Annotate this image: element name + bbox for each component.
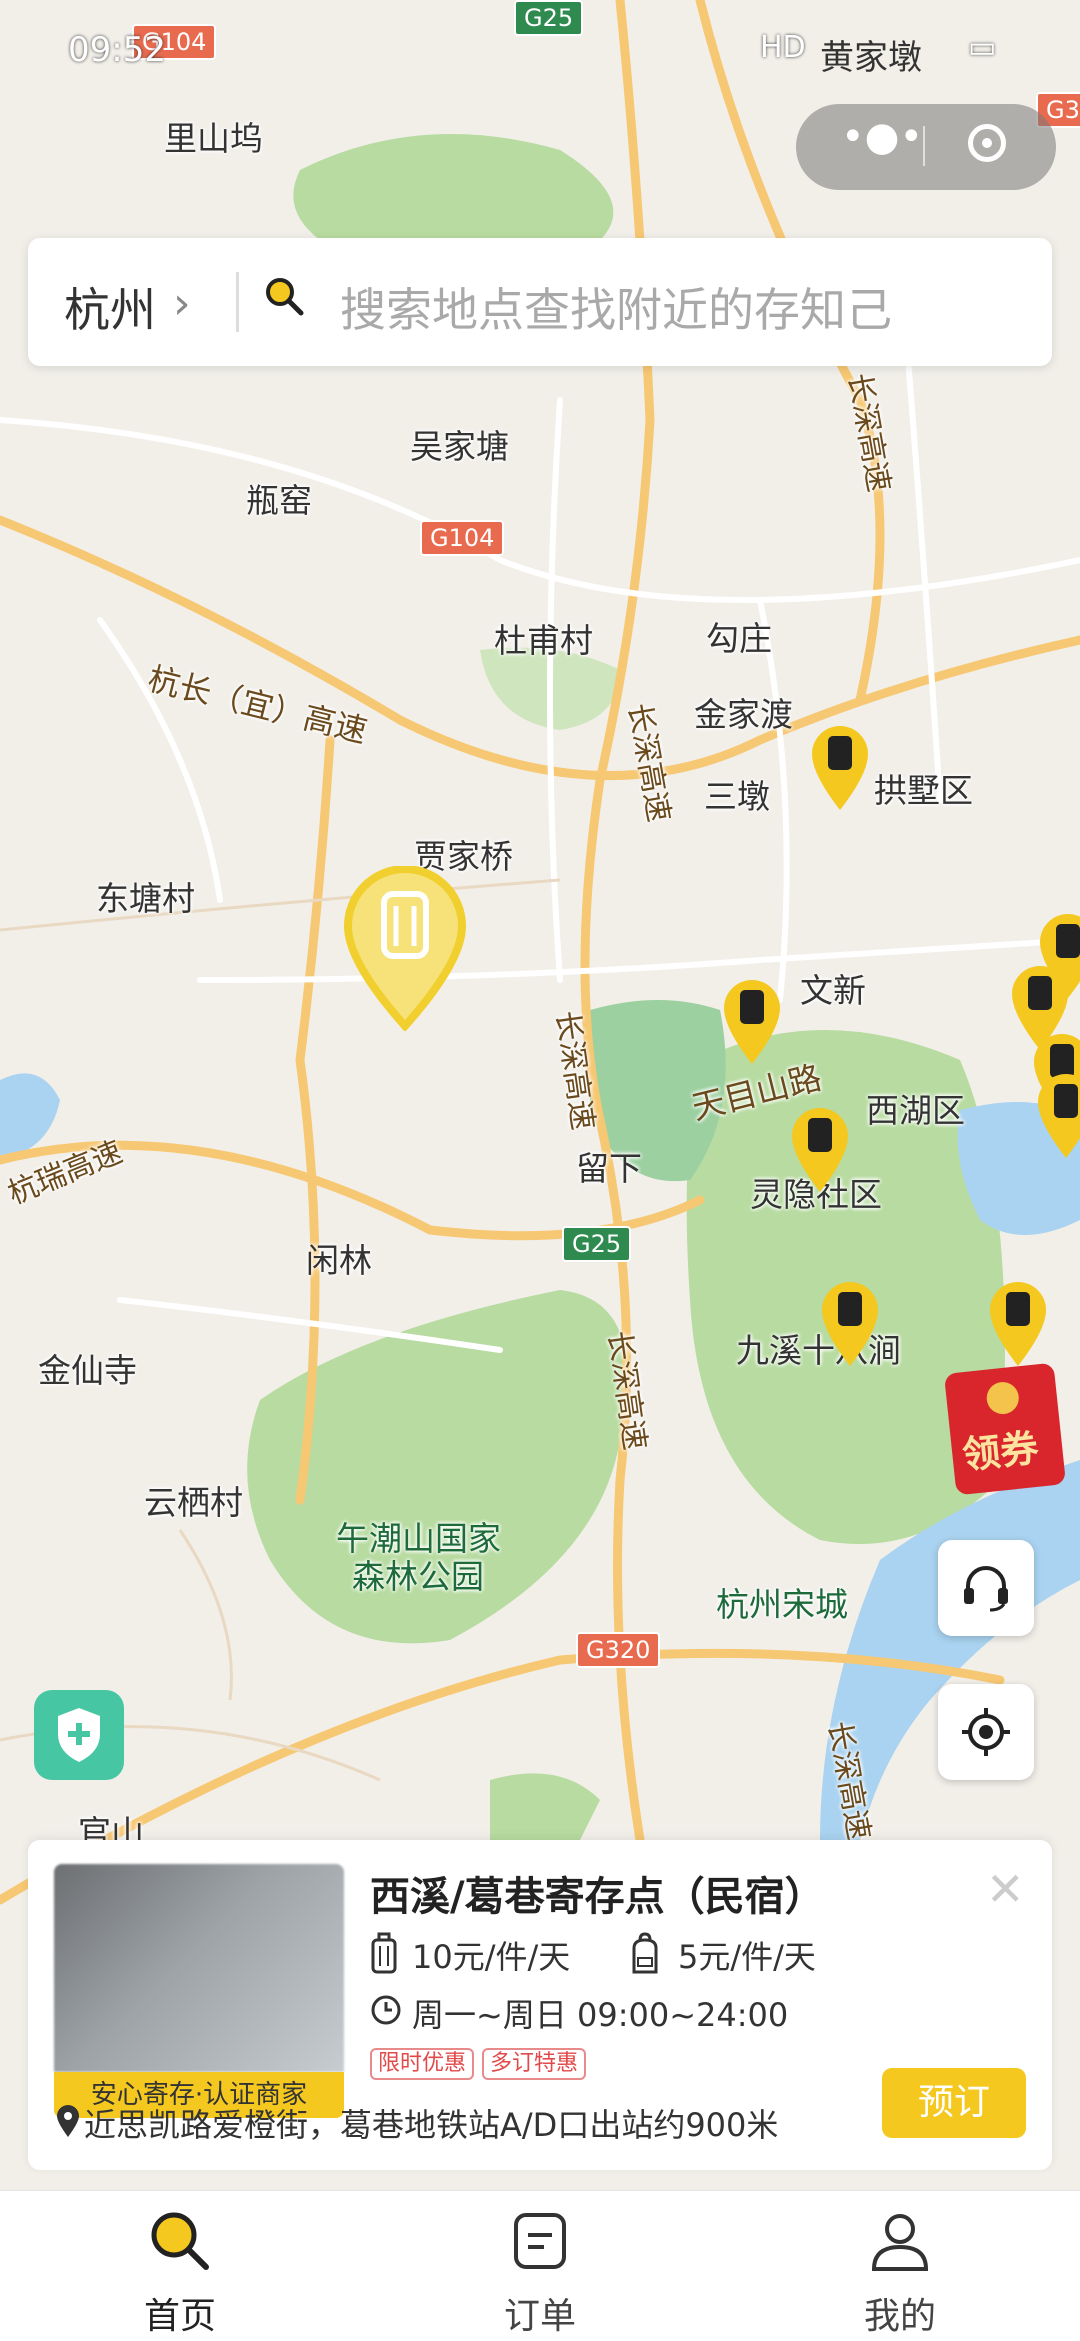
map-label: 森林公园	[352, 1557, 484, 1596]
storage-marker[interactable]	[720, 976, 784, 1066]
chevron-right-icon[interactable]: ›	[173, 278, 191, 329]
battery-icon: ▭	[968, 30, 997, 65]
tab-home[interactable]: 首页	[80, 2191, 280, 2341]
storage-point-card[interactable]: 安心寄存·认证商家 西溪/葛巷寄存点（民宿） ✕ 10元/件/天 5元/件/天 …	[28, 1840, 1052, 2170]
headset-icon	[964, 1566, 1008, 1612]
city-selector[interactable]: 杭州	[64, 274, 156, 340]
location-pin-icon	[57, 2105, 79, 2137]
status-time: 09:52	[68, 30, 166, 70]
tab-profile[interactable]: 我的	[800, 2191, 1000, 2341]
map-label: 瓶窑	[246, 481, 312, 520]
backpack-icon	[632, 1932, 658, 1974]
road-badge: G320	[576, 1632, 661, 1668]
tab-label: 订单	[503, 2296, 576, 2337]
search-bar: 杭州 › 搜索地点查找附近的存知己	[28, 238, 1052, 366]
bottom-tab-bar: 首页 订单 我的	[0, 2190, 1080, 2341]
tab-label: 我的	[863, 2296, 936, 2337]
map-label: 吴家塘	[410, 427, 509, 466]
customer-service-button[interactable]	[938, 1540, 1034, 1636]
promo-tag: 多订特惠	[482, 2048, 587, 2080]
map-label: 三墩	[704, 777, 770, 816]
road-badge: G25	[562, 1226, 632, 1262]
storage-marker[interactable]	[818, 1278, 882, 1368]
capsule-divider	[923, 126, 925, 166]
locate-button[interactable]	[938, 1684, 1034, 1780]
close-card-button[interactable]: ✕	[986, 1862, 1025, 1916]
store-photo	[54, 1864, 344, 2072]
map-label: 杜甫村	[494, 621, 593, 660]
miniprogram-capsule: •●•	[796, 104, 1056, 190]
luggage-price: 10元/件/天	[412, 1938, 571, 1976]
tab-label: 首页	[143, 2296, 216, 2337]
status-carrier: HD	[760, 30, 806, 65]
shield-icon	[58, 1708, 100, 1762]
divider	[236, 272, 239, 332]
map-label: 留下	[576, 1149, 642, 1188]
profile-icon	[871, 2214, 929, 2271]
locate-icon	[962, 1708, 1010, 1756]
store-address: 近思凯路爱橙街，葛巷地铁站A/D口出站约900米	[84, 2106, 779, 2144]
map-label: 里山坞	[164, 119, 263, 158]
storage-marker[interactable]	[986, 1278, 1050, 1368]
book-button[interactable]: 预订	[882, 2068, 1026, 2138]
map-label: 西湖区	[866, 1091, 965, 1130]
promo-tag: 限时优惠	[370, 2048, 475, 2080]
luggage-icon	[371, 1932, 397, 1974]
map-label: 文新	[800, 971, 866, 1010]
store-title: 西溪/葛巷寄存点（民宿）	[370, 1874, 825, 1920]
search-icon	[151, 2212, 209, 2270]
coupon-label: 领券	[960, 1425, 1041, 1478]
close-miniprogram-icon[interactable]	[968, 124, 1006, 162]
safety-shield-button[interactable]	[34, 1690, 124, 1780]
map-label: 拱墅区	[874, 771, 973, 810]
tab-orders[interactable]: 订单	[440, 2191, 640, 2341]
storage-marker[interactable]	[1034, 1070, 1080, 1160]
clock-icon	[371, 1995, 401, 2025]
map-label: 金家渡	[694, 695, 793, 734]
status-bar: 09:52 HD 黄家墩 ▭	[0, 0, 1080, 100]
map-corner-label: 黄家墩	[820, 38, 922, 78]
road-badge: G104	[420, 520, 505, 556]
map-label: 云栖村	[144, 1483, 243, 1522]
coupon-button[interactable]: 领券	[943, 1362, 1067, 1496]
more-icon[interactable]: •●•	[841, 114, 923, 160]
opening-hours: 周一~周日 09:00~24:00	[412, 1996, 789, 2034]
search-icon	[266, 278, 304, 316]
storage-marker[interactable]	[788, 1104, 852, 1194]
search-input[interactable]: 搜索地点查找附近的存知己	[340, 274, 892, 340]
map-label: 闲林	[306, 1241, 372, 1280]
selected-storage-marker[interactable]	[340, 866, 470, 1031]
map-label: 杭州宋城	[716, 1585, 848, 1624]
map-label: 东塘村	[96, 879, 195, 918]
order-icon	[514, 2213, 566, 2269]
map-label: 勾庄	[706, 619, 772, 658]
storage-marker[interactable]	[808, 722, 872, 812]
backpack-price: 5元/件/天	[678, 1938, 816, 1976]
map-label: 金仙寺	[38, 1351, 137, 1390]
